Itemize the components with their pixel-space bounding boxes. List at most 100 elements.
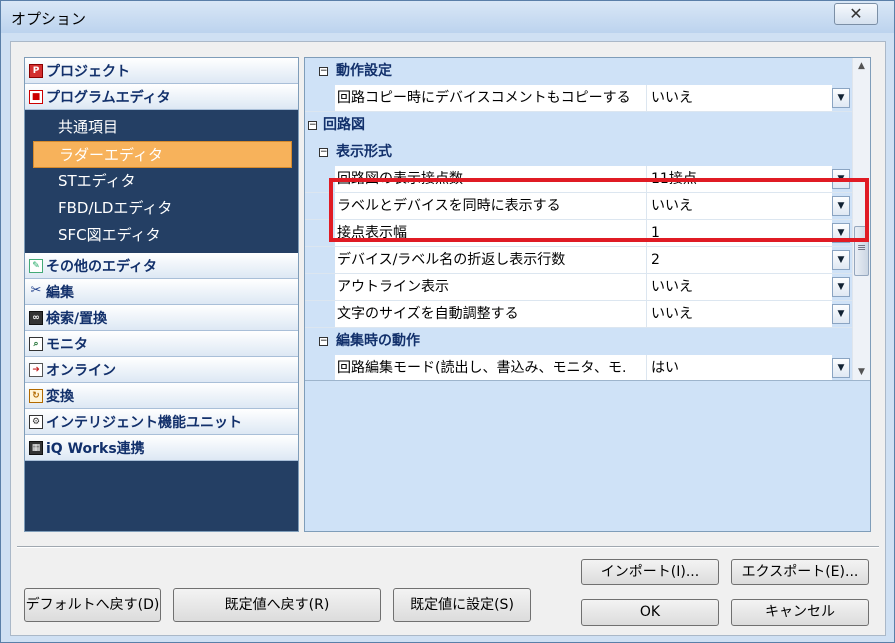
set-default-button[interactable]: 既定値に設定(S) — [393, 588, 531, 622]
nav-category-program-editor[interactable]: ■ プログラムエディタ — [25, 84, 298, 110]
dropdown-arrow-icon[interactable]: ▼ — [832, 250, 850, 270]
collapse-toggle-icon[interactable]: − — [319, 337, 328, 346]
dropdown-arrow-icon[interactable]: ▼ — [832, 358, 850, 378]
nav-item-fbd-ld-editor[interactable]: FBD/LDエディタ — [25, 195, 298, 222]
options-dialog: オプション ✕ P プロジェクト ■ プログラムエディタ 共通項目 ラダーエディ… — [0, 0, 895, 643]
nav-item-st-editor[interactable]: STエディタ — [25, 168, 298, 195]
dropdown-arrow-icon[interactable]: ▼ — [832, 88, 850, 108]
property-value[interactable]: いいえ — [647, 301, 832, 327]
nav-category-label: 編集 — [46, 284, 74, 301]
nav-category-other-editor[interactable]: ✎ その他のエディタ — [25, 253, 298, 279]
property-name: 回路図の表示接点数 — [335, 166, 647, 192]
property-value[interactable]: 11接点 — [647, 166, 832, 192]
group-label: 表示形式 — [336, 144, 392, 160]
project-icon: P — [29, 63, 43, 78]
collapse-toggle-icon[interactable]: − — [319, 148, 328, 157]
group-label: 回路図 — [323, 117, 365, 133]
scroll-down-icon[interactable]: ▼ — [855, 366, 868, 378]
property-row[interactable]: デバイス/ラベル名の折返し表示行数 2 ▼ — [305, 247, 852, 274]
dialog-client: P プロジェクト ■ プログラムエディタ 共通項目 ラダーエディタ STエディタ… — [10, 41, 886, 636]
nav-category-label: インテリジェント機能ユニット — [46, 414, 242, 431]
collapse-toggle-icon[interactable]: − — [308, 121, 317, 130]
nav-category-label: プロジェクト — [46, 63, 130, 80]
nav-item-ladder-editor[interactable]: ラダーエディタ — [33, 141, 292, 168]
property-name: 回路編集モード(読出し、書込み、モニタ、モ. — [335, 355, 647, 380]
property-value[interactable]: はい — [647, 355, 832, 380]
dropdown-arrow-icon[interactable]: ▼ — [832, 223, 850, 243]
property-name: ラベルとデバイスを同時に表示する — [335, 193, 647, 219]
nav-category-convert[interactable]: ↻ 変換 — [25, 383, 298, 409]
group-operation-settings[interactable]: − 動作設定 — [305, 58, 852, 85]
scroll-thumb[interactable] — [854, 226, 869, 276]
close-button[interactable]: ✕ — [834, 3, 878, 25]
binoculars-icon: ∞ — [29, 310, 43, 325]
property-name: 回路コピー時にデバイスコメントもコピーする — [335, 85, 647, 111]
nav-category-project[interactable]: P プロジェクト — [25, 58, 298, 84]
import-button[interactable]: インポート(I)... — [581, 559, 719, 585]
property-rows: − 動作設定 回路コピー時にデバイスコメントもコピーする いいえ ▼ − 回路図… — [305, 58, 852, 380]
group-circuit-diagram[interactable]: − 回路図 — [305, 112, 852, 139]
property-value[interactable]: いいえ — [647, 193, 832, 219]
property-value[interactable]: 2 — [647, 247, 832, 273]
nav-category-label: その他のエディタ — [46, 258, 158, 275]
property-row[interactable]: 回路コピー時にデバイスコメントもコピーする いいえ ▼ — [305, 85, 852, 112]
online-icon: ➜ — [29, 362, 43, 377]
program-editor-icon: ■ — [29, 89, 43, 104]
scissors-icon: ✂ — [30, 282, 42, 298]
group-label: 動作設定 — [336, 63, 392, 79]
property-row[interactable]: 回路編集モード(読出し、書込み、モニタ、モ. はい ▼ — [305, 355, 852, 380]
property-value[interactable]: いいえ — [647, 274, 832, 300]
nav-category-iq-works[interactable]: ▦ iQ Works連携 — [25, 435, 298, 461]
nav-category-label: 変換 — [46, 388, 74, 405]
nav-category-search-replace[interactable]: ∞ 検索/置換 — [25, 305, 298, 331]
monitor-icon: ⌕ — [29, 336, 43, 351]
property-value[interactable]: いいえ — [647, 85, 832, 111]
nav-category-label: オンライン — [46, 362, 116, 379]
nav-category-label: iQ Works連携 — [46, 440, 145, 457]
property-row[interactable]: ラベルとデバイスを同時に表示する いいえ ▼ — [305, 193, 852, 220]
property-name: アウトライン表示 — [335, 274, 647, 300]
group-label: 編集時の動作 — [336, 333, 420, 349]
nav-category-label: 検索/置換 — [46, 310, 108, 327]
collapse-toggle-icon[interactable]: − — [319, 67, 328, 76]
property-value[interactable]: 1 — [647, 220, 832, 246]
property-name: 文字のサイズを自動調整する — [335, 301, 647, 327]
nav-category-monitor[interactable]: ⌕ モニタ — [25, 331, 298, 357]
nav-item-common[interactable]: 共通項目 — [25, 114, 298, 141]
separator — [17, 546, 879, 548]
property-row[interactable]: 文字のサイズを自動調整する いいえ ▼ — [305, 301, 852, 328]
intelligent-unit-icon: ⚙ — [29, 414, 43, 429]
dropdown-arrow-icon[interactable]: ▼ — [832, 304, 850, 324]
dropdown-arrow-icon[interactable]: ▼ — [832, 196, 850, 216]
nav-category-edit[interactable]: ✂ 編集 — [25, 279, 298, 305]
dropdown-arrow-icon[interactable]: ▼ — [832, 277, 850, 297]
convert-icon: ↻ — [29, 388, 43, 403]
vertical-scrollbar[interactable]: ▲ ▼ — [852, 58, 870, 380]
property-row[interactable]: アウトライン表示 いいえ ▼ — [305, 274, 852, 301]
description-pane — [305, 380, 870, 531]
nav-category-label: モニタ — [46, 336, 88, 353]
dropdown-arrow-icon[interactable]: ▼ — [832, 169, 850, 189]
title-bar: オプション ✕ — [1, 1, 894, 33]
property-name: 接点表示幅 — [335, 220, 647, 246]
nav-category-intelligent-unit[interactable]: ⚙ インテリジェント機能ユニット — [25, 409, 298, 435]
property-row[interactable]: 接点表示幅 1 ▼ — [305, 220, 852, 247]
group-edit-behavior[interactable]: − 編集時の動作 — [305, 328, 852, 355]
ok-button[interactable]: OK — [581, 599, 719, 626]
property-grid: − 動作設定 回路コピー時にデバイスコメントもコピーする いいえ ▼ − 回路図… — [304, 57, 871, 532]
export-button[interactable]: エクスポート(E)... — [731, 559, 869, 585]
window-title: オプション — [11, 10, 87, 28]
iq-works-icon: ▦ — [29, 440, 43, 455]
nav-category-online[interactable]: ➜ オンライン — [25, 357, 298, 383]
other-editor-icon: ✎ — [29, 258, 43, 273]
group-display-format[interactable]: − 表示形式 — [305, 139, 852, 166]
property-name: デバイス/ラベル名の折返し表示行数 — [335, 247, 647, 273]
nav-item-sfc-editor[interactable]: SFC図エディタ — [25, 222, 298, 249]
cancel-button[interactable]: キャンセル — [731, 599, 869, 626]
scroll-up-icon[interactable]: ▲ — [855, 60, 868, 72]
restore-default-button[interactable]: 既定値へ戻す(R) — [173, 588, 381, 622]
category-tree: P プロジェクト ■ プログラムエディタ 共通項目 ラダーエディタ STエディタ… — [24, 57, 299, 532]
reset-default-button[interactable]: デフォルトへ戻す(D) — [24, 588, 161, 622]
nav-category-label: プログラムエディタ — [46, 89, 171, 106]
property-row[interactable]: 回路図の表示接点数 11接点 ▼ — [305, 166, 852, 193]
